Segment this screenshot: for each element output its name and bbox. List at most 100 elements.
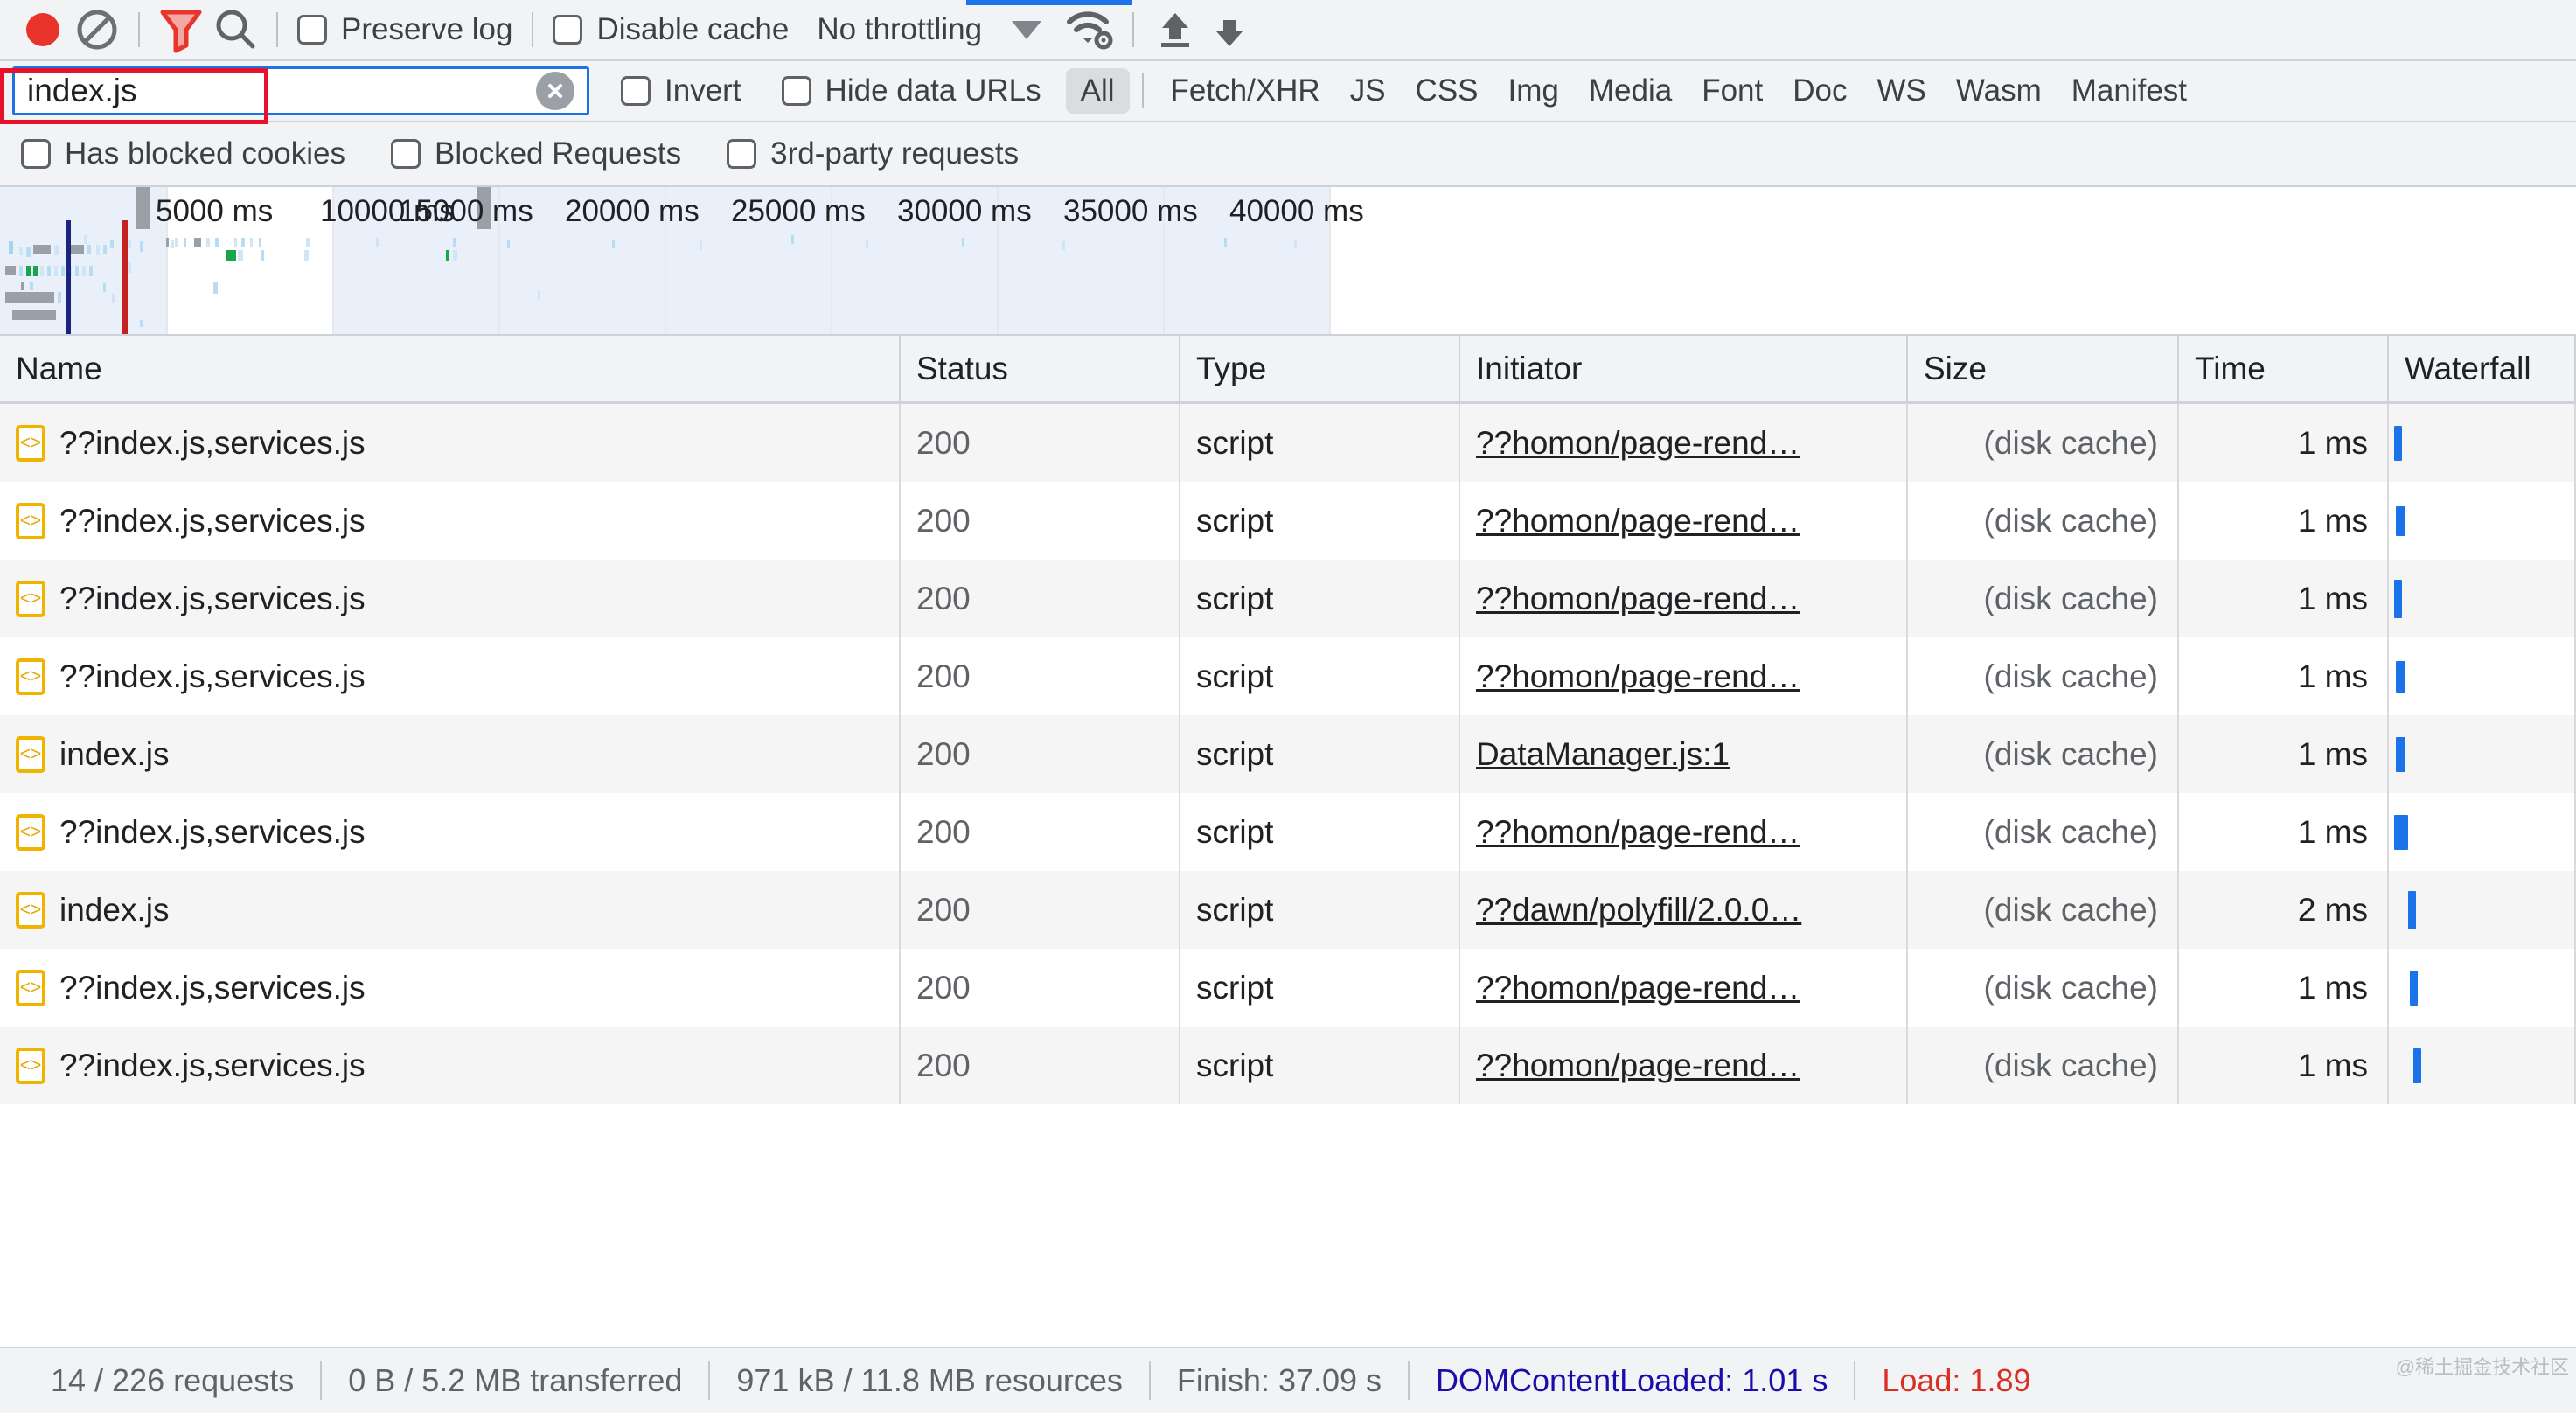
type-filter-doc[interactable]: Doc xyxy=(1778,68,1862,114)
clear-x-icon[interactable] xyxy=(536,72,574,110)
has-blocked-cookies-box[interactable] xyxy=(21,139,51,169)
invert-box[interactable] xyxy=(621,76,651,106)
type-filter-img[interactable]: Img xyxy=(1493,68,1574,114)
disable-cache-box[interactable] xyxy=(553,15,583,45)
cell-initiator[interactable]: DataManager.js:1 xyxy=(1460,715,1908,793)
clear-prohibited-icon[interactable] xyxy=(70,3,124,57)
table-row[interactable]: <> index.js 200 script DataManager.js:1 (disk… xyxy=(0,715,2576,793)
initiator-link[interactable]: ??homon/page-rend… xyxy=(1476,1048,1800,1084)
third-party-requests-checkbox[interactable]: 3rd-party requests xyxy=(721,136,1024,171)
cell-name[interactable]: <> ??index.js,services.js xyxy=(0,793,901,871)
cell-initiator[interactable]: ??dawn/polyfill/2.0.0… xyxy=(1460,871,1908,949)
type-filter-ws[interactable]: WS xyxy=(1862,68,1941,114)
initiator-link[interactable]: ??homon/page-rend… xyxy=(1476,581,1800,617)
invert-checkbox[interactable]: Invert xyxy=(616,73,747,108)
overview-request-bar xyxy=(171,240,174,248)
throttling-select[interactable]: No throttling xyxy=(817,12,982,47)
type-filter-js[interactable]: JS xyxy=(1335,68,1401,114)
type-filter-css[interactable]: CSS xyxy=(1401,68,1493,114)
cell-name[interactable]: <> ??index.js,services.js xyxy=(0,560,901,637)
cell-name[interactable]: <> ??index.js,services.js xyxy=(0,404,901,482)
disable-cache-checkbox[interactable]: Disable cache xyxy=(547,12,794,47)
hide-data-urls-checkbox[interactable]: Hide data URLs xyxy=(776,73,1047,108)
wifi-gear-icon[interactable] xyxy=(1064,3,1118,57)
has-blocked-cookies-label: Has blocked cookies xyxy=(65,136,345,171)
preserve-log-box[interactable] xyxy=(297,15,327,45)
cell-time: 1 ms xyxy=(2179,715,2389,793)
type-filter-font[interactable]: Font xyxy=(1687,68,1778,114)
type-filter-media[interactable]: Media xyxy=(1574,68,1687,114)
cell-name[interactable]: <> ??index.js,services.js xyxy=(0,637,901,715)
overview-selection-handle-left[interactable] xyxy=(136,187,150,229)
blocked-requests-box[interactable] xyxy=(391,139,421,169)
table-row[interactable]: <> ??index.js,services.js 200 script ??homon… xyxy=(0,482,2576,560)
cell-name[interactable]: <> index.js xyxy=(0,871,901,949)
disable-cache-label: Disable cache xyxy=(596,12,790,46)
column-header-size[interactable]: Size xyxy=(1908,336,2179,403)
type-filter-wasm[interactable]: Wasm xyxy=(1941,68,2057,114)
third-party-requests-box[interactable] xyxy=(727,139,757,169)
upload-arrow-icon[interactable] xyxy=(1148,3,1202,57)
table-row[interactable]: <> ??index.js,services.js 200 script ??homon… xyxy=(0,637,2576,715)
initiator-link[interactable]: ??homon/page-rend… xyxy=(1476,970,1800,1006)
table-row[interactable]: <> ??index.js,services.js 200 script ??homon… xyxy=(0,560,2576,637)
column-header-waterfall[interactable]: Waterfall xyxy=(2389,336,2576,403)
funnel-filter-icon[interactable] xyxy=(154,3,208,57)
cell-type: script xyxy=(1180,949,1460,1027)
cell-initiator[interactable]: ??homon/page-rend… xyxy=(1460,482,1908,560)
initiator-link[interactable]: ??homon/page-rend… xyxy=(1476,503,1800,539)
cell-name[interactable]: <> ??index.js,services.js xyxy=(0,1027,901,1104)
column-header-status[interactable]: Status xyxy=(901,336,1180,403)
search-input[interactable] xyxy=(27,73,536,109)
script-file-icon: <> xyxy=(16,658,45,695)
toolbar-divider-2 xyxy=(276,12,278,47)
hide-data-urls-box[interactable] xyxy=(781,76,811,106)
type-filter-fetch-xhr[interactable]: Fetch/XHR xyxy=(1156,68,1335,114)
cell-initiator[interactable]: ??homon/page-rend… xyxy=(1460,637,1908,715)
cell-initiator[interactable]: ??homon/page-rend… xyxy=(1460,949,1908,1027)
cell-name[interactable]: <> index.js xyxy=(0,715,901,793)
cell-initiator[interactable]: ??homon/page-rend… xyxy=(1460,560,1908,637)
has-blocked-cookies-checkbox[interactable]: Has blocked cookies xyxy=(16,136,351,171)
cell-name[interactable]: <> ??index.js,services.js xyxy=(0,949,901,1027)
cell-type: script xyxy=(1180,404,1460,482)
cell-initiator[interactable]: ??homon/page-rend… xyxy=(1460,1027,1908,1104)
overview-request-bar xyxy=(87,245,91,254)
preserve-log-checkbox[interactable]: Preserve log xyxy=(292,12,518,47)
column-header-time[interactable]: Time xyxy=(2179,336,2389,403)
table-row[interactable]: <> ??index.js,services.js 200 script ??homon… xyxy=(0,1027,2576,1104)
cell-initiator[interactable]: ??homon/page-rend… xyxy=(1460,793,1908,871)
table-row[interactable]: <> ??index.js,services.js 200 script ??homon… xyxy=(0,404,2576,482)
overview-request-bar xyxy=(1062,241,1065,250)
chevron-down-icon[interactable] xyxy=(1012,20,1042,39)
type-filter-all[interactable]: All xyxy=(1065,68,1130,114)
column-header-type[interactable]: Type xyxy=(1180,336,1460,403)
column-header-initiator[interactable]: Initiator xyxy=(1460,336,1908,403)
download-arrow-icon[interactable] xyxy=(1202,3,1257,57)
network-overview-timeline[interactable]: 5000 ms 10000 ms 15000 ms 20000 ms 25000… xyxy=(0,187,2576,336)
column-header-name[interactable]: Name xyxy=(0,336,901,403)
table-row[interactable]: <> ??index.js,services.js 200 script ??homon… xyxy=(0,949,2576,1027)
initiator-link[interactable]: DataManager.js:1 xyxy=(1476,736,1730,773)
search-magnifier-icon[interactable] xyxy=(208,3,262,57)
overview-request-bar xyxy=(33,245,51,254)
record-circle-icon[interactable] xyxy=(16,3,70,57)
type-filter-manifest[interactable]: Manifest xyxy=(2057,68,2202,114)
initiator-link[interactable]: ??dawn/polyfill/2.0.0… xyxy=(1476,892,1801,929)
cell-initiator[interactable]: ??homon/page-rend… xyxy=(1460,404,1908,482)
table-row[interactable]: <> ??index.js,services.js 200 script ??homon… xyxy=(0,793,2576,871)
overview-request-bar xyxy=(446,250,449,261)
chip-divider xyxy=(1141,73,1144,108)
third-party-requests-label: 3rd-party requests xyxy=(770,136,1020,171)
initiator-link[interactable]: ??homon/page-rend… xyxy=(1476,425,1800,462)
initiator-link[interactable]: ??homon/page-rend… xyxy=(1476,658,1800,695)
cell-name[interactable]: <> ??index.js,services.js xyxy=(0,482,901,560)
cell-waterfall xyxy=(2389,715,2576,793)
blocked-requests-checkbox[interactable]: Blocked Requests xyxy=(386,136,686,171)
table-row[interactable]: <> index.js 200 script ??dawn/polyfill/2.0.0… xyxy=(0,871,2576,949)
request-name: ??index.js,services.js xyxy=(59,580,366,616)
initiator-link[interactable]: ??homon/page-rend… xyxy=(1476,814,1800,851)
cell-waterfall xyxy=(2389,871,2576,949)
filter-search-box[interactable] xyxy=(12,66,589,115)
cell-time: 1 ms xyxy=(2179,1027,2389,1104)
